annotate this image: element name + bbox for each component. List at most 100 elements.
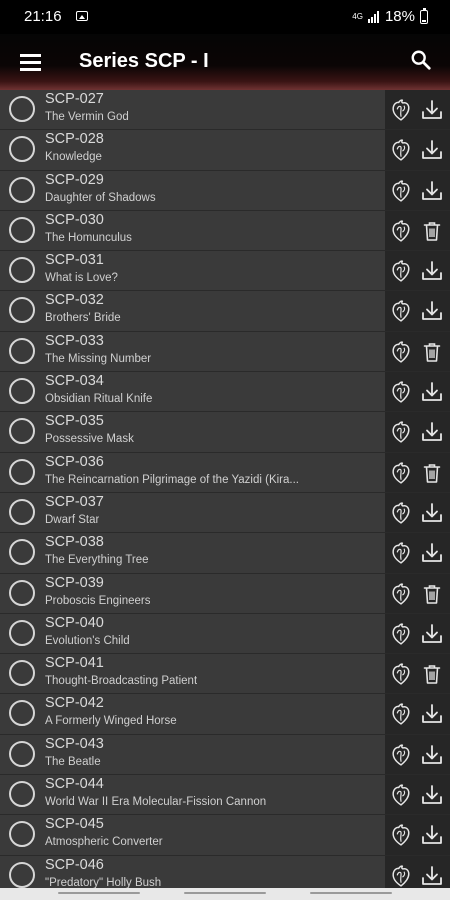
list-item[interactable]: SCP-032 Brothers' Bride (0, 291, 450, 332)
anatomical-heart-icon[interactable] (390, 218, 412, 244)
scp-list[interactable]: SCP-027 The Vermin God SCP-028 Knowledge SCP… (0, 90, 450, 888)
scp-number: SCP-046 (45, 856, 104, 873)
scp-number: SCP-030 (45, 211, 104, 228)
anatomical-heart-icon[interactable] (390, 742, 412, 768)
scp-number: SCP-037 (45, 493, 104, 510)
select-checkbox[interactable] (9, 176, 35, 203)
list-item[interactable]: SCP-041 Thought-Broadcasting Patient (0, 654, 450, 695)
search-icon[interactable] (410, 49, 432, 71)
scp-number: SCP-036 (45, 453, 104, 470)
anatomical-heart-icon[interactable] (390, 540, 412, 566)
download-icon[interactable] (420, 380, 444, 404)
nav-handle-center[interactable] (184, 892, 266, 894)
download-icon[interactable] (420, 299, 444, 323)
list-item[interactable]: SCP-036 The Reincarnation Pilgrimage of t… (0, 452, 450, 493)
select-checkbox[interactable] (9, 861, 35, 888)
download-icon[interactable] (420, 259, 444, 283)
status-time: 21:16 (24, 8, 62, 25)
list-item[interactable]: SCP-028 Knowledge (0, 130, 450, 171)
scp-name: "Predatory" Holly Bush (45, 876, 162, 888)
download-icon[interactable] (420, 179, 444, 203)
select-checkbox[interactable] (9, 378, 35, 405)
download-icon[interactable] (420, 743, 444, 767)
list-item[interactable]: SCP-042 A Formerly Winged Horse (0, 694, 450, 735)
download-icon[interactable] (420, 864, 444, 888)
anatomical-heart-icon[interactable] (390, 782, 412, 808)
select-checkbox[interactable] (9, 660, 35, 687)
select-checkbox[interactable] (9, 740, 35, 767)
anatomical-heart-icon[interactable] (390, 258, 412, 284)
scp-name: Daughter of Shadows (45, 191, 156, 204)
scp-name: What is Love? (45, 272, 118, 285)
list-item[interactable]: SCP-030 The Homunculus (0, 210, 450, 252)
scp-number: SCP-027 (45, 91, 104, 107)
list-item[interactable]: SCP-046 "Predatory" Holly Bush (0, 855, 450, 888)
anatomical-heart-icon[interactable] (390, 701, 412, 727)
scp-name: Obsidian Ritual Knife (45, 393, 153, 406)
select-checkbox[interactable] (9, 498, 35, 525)
download-icon[interactable] (420, 823, 444, 847)
list-item[interactable]: SCP-035 Possessive Mask (0, 412, 450, 453)
download-icon[interactable] (420, 501, 444, 525)
list-item[interactable]: SCP-039 Proboscis Engineers (0, 573, 450, 614)
download-icon[interactable] (420, 702, 444, 726)
select-checkbox[interactable] (9, 619, 35, 646)
status-bar: 21:16 4G 18% (0, 0, 450, 34)
list-item[interactable]: SCP-027 The Vermin God (0, 90, 450, 131)
select-checkbox[interactable] (9, 257, 35, 284)
list-item[interactable]: SCP-034 Obsidian Ritual Knife (0, 372, 450, 413)
list-item[interactable]: SCP-043 The Beatle (0, 734, 450, 776)
list-item[interactable]: SCP-029 Daughter of Shadows (0, 170, 450, 211)
select-checkbox[interactable] (9, 781, 35, 808)
scp-name: A Formerly Winged Horse (45, 715, 177, 728)
anatomical-heart-icon[interactable] (390, 298, 412, 324)
select-checkbox[interactable] (9, 337, 35, 364)
list-item[interactable]: SCP-045 Atmospheric Converter (0, 815, 450, 856)
trash-icon[interactable] (420, 662, 444, 686)
download-icon[interactable] (420, 541, 444, 565)
download-icon[interactable] (420, 783, 444, 807)
select-checkbox[interactable] (9, 458, 35, 485)
scp-number: SCP-039 (45, 574, 104, 591)
scp-number: SCP-043 (45, 735, 104, 752)
anatomical-heart-icon[interactable] (390, 863, 412, 888)
anatomical-heart-icon[interactable] (390, 500, 412, 526)
anatomical-heart-icon[interactable] (390, 621, 412, 647)
scp-name: The Reincarnation Pilgrimage of the Yazi… (45, 473, 299, 486)
scp-number: SCP-040 (45, 614, 104, 631)
trash-icon[interactable] (420, 461, 444, 485)
trash-icon[interactable] (420, 340, 444, 364)
menu-icon[interactable] (20, 54, 41, 71)
anatomical-heart-icon[interactable] (390, 137, 412, 163)
list-item[interactable]: SCP-031 What is Love? (0, 251, 450, 292)
anatomical-heart-icon[interactable] (390, 379, 412, 405)
anatomical-heart-icon[interactable] (390, 339, 412, 365)
nav-handle-left[interactable] (58, 892, 140, 894)
select-checkbox[interactable] (9, 579, 35, 606)
download-icon[interactable] (420, 622, 444, 646)
battery-icon (420, 7, 428, 24)
anatomical-heart-icon[interactable] (390, 822, 412, 848)
list-item[interactable]: SCP-040 Evolution's Child (0, 613, 450, 655)
list-item[interactable]: SCP-037 Dwarf Star (0, 492, 450, 534)
nav-handle-right[interactable] (310, 892, 392, 894)
download-icon[interactable] (420, 98, 444, 122)
scp-number: SCP-031 (45, 252, 104, 269)
list-item[interactable]: SCP-044 World War II Era Molecular-Fissio… (0, 775, 450, 816)
scp-number: SCP-042 (45, 695, 104, 712)
anatomical-heart-icon[interactable] (390, 97, 412, 123)
anatomical-heart-icon[interactable] (390, 460, 412, 486)
anatomical-heart-icon[interactable] (390, 178, 412, 204)
anatomical-heart-icon[interactable] (390, 661, 412, 687)
list-item[interactable]: SCP-033 The Missing Number (0, 331, 450, 373)
select-checkbox[interactable] (9, 216, 35, 243)
anatomical-heart-icon[interactable] (390, 581, 412, 607)
select-checkbox[interactable] (9, 96, 35, 122)
trash-icon[interactable] (420, 219, 444, 243)
list-item[interactable]: SCP-038 The Everything Tree (0, 533, 450, 574)
anatomical-heart-icon[interactable] (390, 419, 412, 445)
download-icon[interactable] (420, 138, 444, 162)
download-icon[interactable] (420, 420, 444, 444)
bottom-nav-bar (0, 888, 450, 900)
trash-icon[interactable] (420, 582, 444, 606)
